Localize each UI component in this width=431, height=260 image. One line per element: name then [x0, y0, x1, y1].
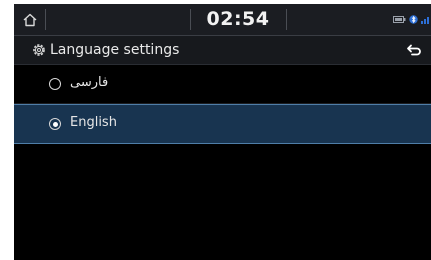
bluetooth-icon: [409, 15, 418, 24]
language-option-english[interactable]: English: [14, 104, 431, 144]
home-icon: [23, 13, 36, 26]
status-icons: [381, 4, 431, 35]
language-list: فارسی English: [14, 65, 431, 144]
settings-header: Language settings: [14, 36, 431, 65]
language-option-farsi[interactable]: فارسی: [14, 65, 431, 104]
home-button[interactable]: [14, 4, 45, 35]
clock: 02:54: [206, 8, 270, 30]
gear-icon: [33, 44, 45, 56]
radio-button-selected[interactable]: [49, 118, 61, 130]
back-button[interactable]: [399, 38, 429, 62]
status-divider: [286, 9, 287, 30]
status-bar: 02:54: [14, 4, 431, 36]
radio-button[interactable]: [49, 78, 61, 90]
battery-icon: [393, 16, 406, 23]
language-label: فارسی: [70, 75, 109, 90]
language-label: English: [70, 115, 117, 130]
signal-icon: [421, 16, 429, 24]
page-title: Language settings: [50, 42, 180, 58]
back-arrow-icon: [407, 44, 421, 56]
status-divider: [45, 9, 46, 30]
head-unit-screen: 02:54 Language settings فارسی English: [14, 4, 431, 260]
